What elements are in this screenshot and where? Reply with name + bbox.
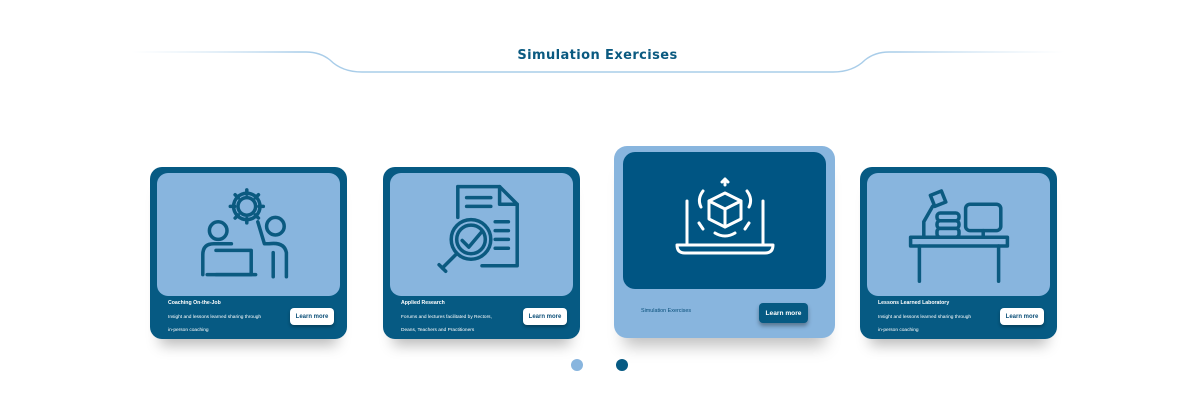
- carousel-dot-2-active[interactable]: [616, 359, 628, 371]
- card-description: Insight and lessons learned sharing thro…: [168, 315, 262, 333]
- desk-lamp-computer-icon: [908, 188, 1009, 283]
- card-description: Forums and lectures facilitated by Recto…: [401, 315, 492, 333]
- laptop-cube-icon: [675, 177, 774, 254]
- team-gear-icon: [200, 187, 288, 279]
- learn-more-button[interactable]: Learn more: [759, 303, 808, 323]
- card-simulation-exercises[interactable]: Simulation Exercises Learn more: [614, 146, 835, 338]
- learn-more-button[interactable]: Learn more: [1000, 308, 1044, 325]
- card-image: [623, 152, 826, 289]
- carousel-dot-1[interactable]: [571, 359, 583, 371]
- learn-more-button[interactable]: Learn more: [290, 308, 334, 325]
- card-title: Applied Research: [401, 300, 445, 306]
- card-title: Coaching On-the-Job: [168, 300, 221, 306]
- card-lessons-learned-laboratory[interactable]: Lessons Learned Laboratory Insight and l…: [860, 167, 1057, 339]
- card-image: [390, 173, 573, 296]
- card-title: Simulation Exercises: [641, 308, 692, 314]
- document-magnifier-check-icon: [436, 184, 519, 273]
- card-description: Insight and lessons learned sharing thro…: [878, 315, 972, 333]
- card-applied-research[interactable]: Applied Research Forums and lectures fac…: [383, 167, 580, 339]
- card-image: [157, 173, 340, 296]
- learn-more-button[interactable]: Learn more: [523, 308, 567, 325]
- card-coaching-on-the-job[interactable]: Coaching On-the-Job Insight and lessons …: [150, 167, 347, 339]
- card-image: [867, 173, 1050, 296]
- card-title: Lessons Learned Laboratory: [878, 300, 950, 306]
- page-title: Simulation Exercises: [517, 48, 678, 63]
